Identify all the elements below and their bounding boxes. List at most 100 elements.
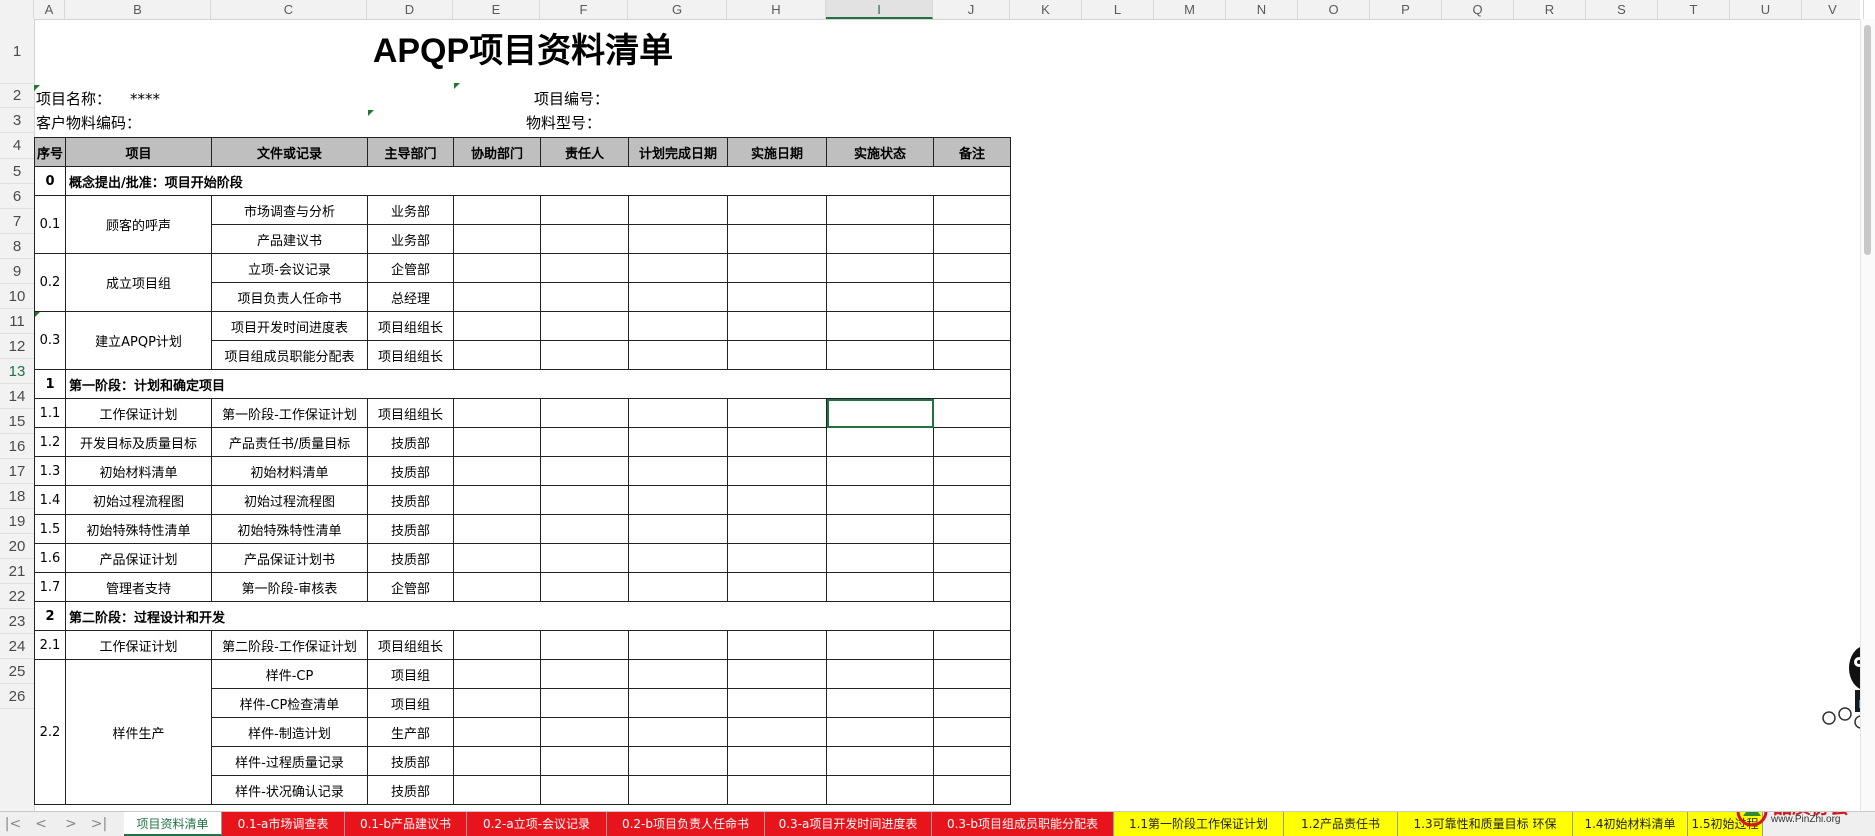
dept-cell[interactable]: 技质部 — [367, 775, 455, 805]
empty-cell[interactable] — [727, 340, 828, 370]
empty-cell[interactable] — [453, 253, 542, 283]
column-header-l[interactable]: L — [1082, 0, 1154, 19]
column-header-k[interactable]: K — [1010, 0, 1082, 19]
empty-cell[interactable] — [453, 659, 542, 689]
empty-cell[interactable] — [628, 311, 729, 341]
stage-title-cell[interactable]: 第一阶段：计划和确定项目 — [65, 369, 1012, 399]
sheet-tab[interactable]: 1.1第一阶段工作保证计划 — [1114, 812, 1284, 836]
empty-cell[interactable] — [453, 514, 542, 544]
empty-cell[interactable] — [628, 717, 729, 747]
active-cell[interactable] — [826, 398, 935, 428]
empty-cell[interactable] — [727, 572, 828, 602]
row-header-7[interactable]: 7 — [0, 209, 34, 234]
doc-cell[interactable]: 第二阶段-工作保证计划 — [211, 630, 369, 660]
empty-cell[interactable] — [727, 775, 828, 805]
empty-cell[interactable] — [826, 688, 935, 718]
empty-cell[interactable] — [628, 659, 729, 689]
empty-cell[interactable] — [540, 630, 630, 660]
item-cell[interactable]: 成立项目组 — [65, 253, 213, 312]
sheet-tab[interactable]: 0.3-a项目开发时间进度表 — [765, 812, 932, 836]
empty-cell[interactable] — [628, 398, 729, 428]
column-header-r[interactable]: R — [1514, 0, 1586, 19]
sheet-tab[interactable]: 0.3-b项目组成员职能分配表 — [932, 812, 1114, 836]
doc-cell[interactable]: 样件-CP检查清单 — [211, 688, 369, 718]
select-all-corner[interactable] — [0, 0, 34, 19]
row-header-19[interactable]: 19 — [0, 509, 34, 534]
sheet-title[interactable]: APQP项目资料清单 — [34, 19, 1012, 84]
no-cell[interactable]: 2.2 — [34, 659, 67, 805]
empty-cell[interactable] — [540, 224, 630, 254]
empty-cell[interactable] — [933, 195, 1012, 225]
column-header-s[interactable]: S — [1586, 0, 1658, 19]
empty-cell[interactable] — [453, 195, 542, 225]
dept-cell[interactable]: 总经理 — [367, 282, 455, 312]
column-header-o[interactable]: O — [1298, 0, 1370, 19]
first-sheet-icon[interactable]: |< — [0, 812, 26, 836]
sheet-tab[interactable]: 0.2-b项目负责人任命书 — [607, 812, 765, 836]
column-header-j[interactable]: J — [933, 0, 1010, 19]
row-header-10[interactable]: 10 — [0, 284, 34, 309]
empty-cell[interactable] — [727, 311, 828, 341]
empty-cell[interactable] — [826, 543, 935, 573]
empty-cell[interactable] — [628, 224, 729, 254]
dept-cell[interactable]: 技质部 — [367, 514, 455, 544]
row-header-23[interactable]: 23 — [0, 609, 34, 634]
doc-cell[interactable]: 市场调查与分析 — [211, 195, 369, 225]
empty-cell[interactable] — [826, 253, 935, 283]
empty-cell[interactable] — [826, 456, 935, 486]
dept-cell[interactable]: 业务部 — [367, 195, 455, 225]
empty-cell[interactable] — [453, 717, 542, 747]
empty-cell[interactable] — [826, 659, 935, 689]
row-header-25[interactable]: 25 — [0, 659, 34, 684]
empty-cell[interactable] — [628, 282, 729, 312]
doc-cell[interactable]: 初始特殊特性清单 — [211, 514, 369, 544]
dept-cell[interactable]: 企管部 — [367, 572, 455, 602]
dept-cell[interactable]: 业务部 — [367, 224, 455, 254]
dept-cell[interactable]: 技质部 — [367, 456, 455, 486]
empty-cell[interactable] — [933, 485, 1012, 515]
empty-cell[interactable] — [540, 427, 630, 457]
empty-cell[interactable] — [933, 543, 1012, 573]
empty-cell[interactable] — [540, 514, 630, 544]
empty-cell[interactable] — [933, 688, 1012, 718]
doc-cell[interactable]: 初始过程流程图 — [211, 485, 369, 515]
row-header-21[interactable]: 21 — [0, 559, 34, 584]
row-header-3[interactable]: 3 — [0, 108, 34, 133]
no-cell[interactable]: 0.3 — [34, 311, 67, 370]
empty-cell[interactable] — [727, 253, 828, 283]
empty-cell[interactable] — [628, 340, 729, 370]
item-cell[interactable]: 初始材料清单 — [65, 456, 213, 486]
sheet-tab[interactable]: 0.1-a市场调查表 — [222, 812, 345, 836]
empty-cell[interactable] — [933, 572, 1012, 602]
empty-cell[interactable] — [933, 746, 1012, 776]
empty-cell[interactable] — [628, 514, 729, 544]
empty-cell[interactable] — [628, 630, 729, 660]
column-header-a[interactable]: A — [34, 0, 65, 19]
no-cell[interactable]: 1.1 — [34, 398, 67, 428]
empty-cell[interactable] — [727, 282, 828, 312]
dept-cell[interactable]: 技质部 — [367, 746, 455, 776]
empty-cell[interactable] — [628, 485, 729, 515]
stage-no-cell[interactable]: 0 — [34, 166, 67, 196]
no-cell[interactable]: 1.5 — [34, 514, 67, 544]
header-cell-lead-dept[interactable]: 主导部门 — [367, 137, 455, 167]
empty-cell[interactable] — [628, 195, 729, 225]
doc-cell[interactable]: 初始材料清单 — [211, 456, 369, 486]
doc-cell[interactable]: 样件-状况确认记录 — [211, 775, 369, 805]
empty-cell[interactable] — [540, 746, 630, 776]
empty-cell[interactable] — [727, 224, 828, 254]
row-header-12[interactable]: 12 — [0, 334, 34, 359]
empty-cell[interactable] — [727, 456, 828, 486]
header-cell-plan-date[interactable]: 计划完成日期 — [628, 137, 729, 167]
header-cell-no[interactable]: 序号 — [34, 137, 67, 167]
row-header-13[interactable]: 13 — [0, 359, 34, 384]
empty-cell[interactable] — [628, 746, 729, 776]
empty-cell[interactable] — [826, 572, 935, 602]
empty-cell[interactable] — [540, 717, 630, 747]
empty-cell[interactable] — [540, 543, 630, 573]
empty-cell[interactable] — [628, 427, 729, 457]
item-cell[interactable]: 开发目标及质量目标 — [65, 427, 213, 457]
empty-cell[interactable] — [453, 282, 542, 312]
row-header-16[interactable]: 16 — [0, 434, 34, 459]
empty-cell[interactable] — [727, 688, 828, 718]
